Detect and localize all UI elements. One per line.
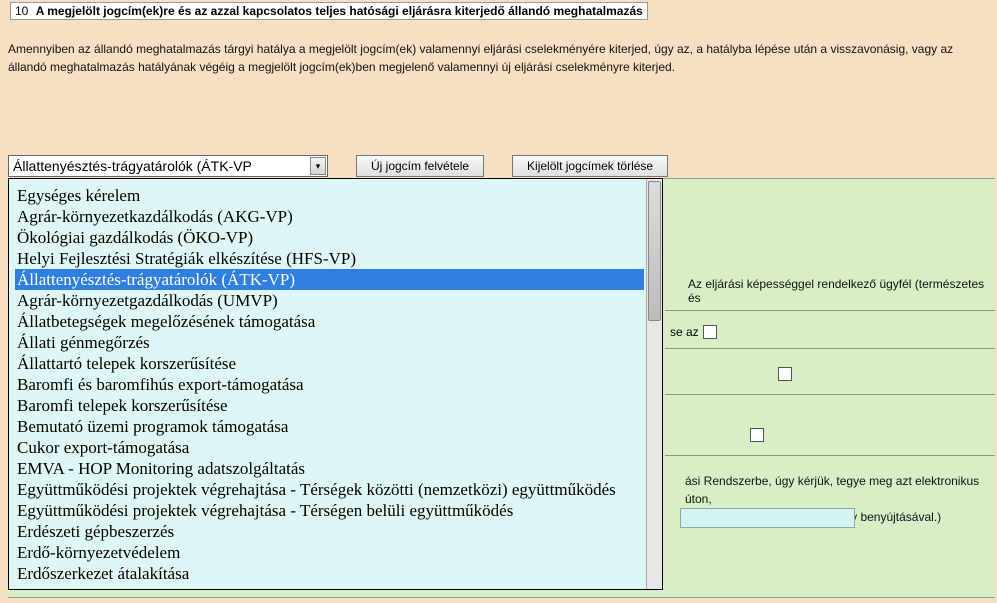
section-description: Amennyiben az állandó meghatalmazás tárg… [8,40,989,76]
checkbox-se[interactable] [703,325,717,339]
dropdown-item[interactable]: Ökológiai gazdálkodás (ÖKO-VP) [15,227,644,248]
dropdown-item[interactable]: Állattartó telepek korszerűsítése [15,353,644,374]
dropdown-item[interactable]: Agrár-környezetkazdálkodás (AKG-VP) [15,206,644,227]
background-text-1: Az eljárási képességgel rendelkező ügyfé… [688,277,991,305]
dropdown-item[interactable]: Állati génmegőrzés [15,332,644,353]
add-jogcim-button[interactable]: Új jogcím felvétele [356,155,484,177]
dropdown-item[interactable]: Állatbetegségek megelőzésének támogatása [15,311,644,332]
dropdown-item[interactable]: EMVA - HOP Monitoring adatszolgáltatás [15,458,644,479]
scrollbar[interactable] [646,179,662,589]
divider [665,310,995,311]
dropdown-item[interactable]: Helyi Fejlesztési Stratégiák elkészítése… [15,248,644,269]
section-header: 10 A megjelölt jogcím(ek)re és az azzal … [10,2,648,20]
bg-line2a: ási Rendszerbe, úgy kérjük, tegye meg az… [685,474,979,506]
background-row-se: se az [670,325,717,339]
divider [665,394,995,395]
divider [665,348,995,349]
dropdown-item[interactable]: Erdészeti gépbeszerzés [15,521,644,542]
dropdown-item[interactable]: Együttműködési projektek végrehajtása - … [15,479,644,500]
dropdown-item[interactable]: Állattenyésztés-trágyatárolók (ÁTK-VP) [15,269,644,290]
chevron-down-icon[interactable]: ▾ [310,157,326,175]
dropdown-item[interactable]: Cukor export-támogatása [15,437,644,458]
delete-jogcim-button[interactable]: Kijelölt jogcímek törlése [512,155,668,177]
scrollbar-thumb[interactable] [648,181,661,321]
se-label: se az [670,325,699,339]
jogcim-select-value: Állattenyésztés-trágyatárolók (ÁTK-VP [13,158,252,174]
section-number: 10 [15,4,28,18]
dropdown-item[interactable]: Egységes kérelem [15,185,644,206]
background-input[interactable] [680,508,855,528]
jogcim-dropdown-list[interactable]: Egységes kérelemAgrár-környezetkazdálkod… [8,178,663,590]
jogcim-select[interactable]: Állattenyésztés-trágyatárolók (ÁTK-VP ▾ [8,155,328,177]
dropdown-item[interactable]: Együttműködési projektek végrehajtása - … [15,500,644,521]
dropdown-item[interactable]: Baromfi telepek korszerűsítése [15,395,644,416]
divider [665,455,995,456]
dropdown-item[interactable]: Baromfi és baromfihús export-támogatása [15,374,644,395]
dropdown-item[interactable]: Agrár-környezetgazdálkodás (UMVP) [15,290,644,311]
dropdown-item[interactable]: Erdőszerkezet átalakítása [15,563,644,584]
section-title: A megjelölt jogcím(ek)re és az azzal kap… [36,4,643,18]
checkbox-bg-2[interactable] [750,428,764,442]
dropdown-item[interactable]: Bemutató üzemi programok támogatása [15,416,644,437]
controls-row: Állattenyésztés-trágyatárolók (ÁTK-VP ▾ … [8,155,668,177]
checkbox-bg-1[interactable] [778,367,792,381]
dropdown-item[interactable]: Erdő-környezetvédelem [15,542,644,563]
